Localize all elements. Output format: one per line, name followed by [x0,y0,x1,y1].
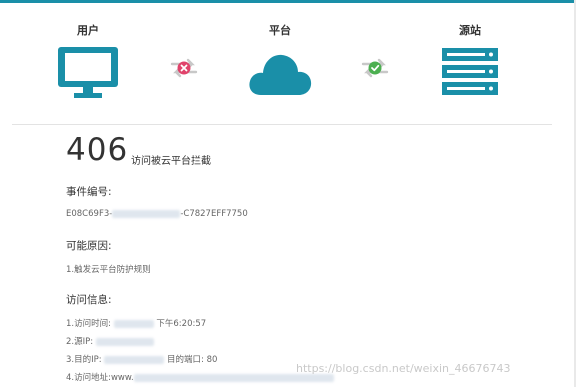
dest-ip-label: 3.目的IP: [66,355,102,365]
platform-node: 平台 [240,22,320,99]
access-time-value: 下午6:20:57 [156,319,207,329]
user-label: 用户 [77,24,99,37]
origin-label: 源站 [459,24,481,37]
dest-port-label: 目的端口: [167,355,204,365]
access-url-label: 4.访问地址: [66,373,111,383]
reason-item: 1.触发云平台防护规则 [66,265,151,275]
access-url-value: www. [110,373,134,383]
redacted-block [113,319,154,328]
origin-node: 源站 [430,22,510,97]
dest-port-value: 80 [206,355,218,365]
event-id-suffix: -C7827EFF7750 [180,209,248,219]
cloud-icon [249,54,312,95]
arrows-ok-icon [361,58,389,78]
section-divider [12,124,552,125]
monitor-icon [58,47,118,98]
event-id-value: E08C69F3- -C7827EFF7750 [66,209,248,219]
watermark-text: https://blog.csdn.net/weixin_46676743 [296,362,511,375]
access-info-title: 访问信息: [66,294,112,306]
event-id-prefix: E08C69F3- [66,209,113,219]
error-description: 访问被云平台拦截 [131,156,211,167]
user-node: 用户 [48,22,128,101]
server-icon [442,48,498,95]
arrows-blocked-icon [170,58,198,78]
access-time-label: 1.访问时间: [66,319,111,329]
event-id-title: 事件编号: [66,186,112,198]
source-ip-label: 2.源IP: [66,337,94,347]
source-ip-row: 2.源IP: [66,335,154,347]
platform-label: 平台 [269,24,291,37]
error-code: 406 [66,132,129,168]
dest-ip-row: 3.目的IP: 目的端口: 80 [66,353,217,365]
access-time-row: 1.访问时间: 下午6:20:57 [66,317,206,329]
redacted-block [104,355,165,364]
access-url-row: 4.访问地址:www. [66,371,334,383]
top-accent-bar [0,0,576,3]
reason-title: 可能原因: [66,240,112,252]
redacted-block [95,337,154,346]
redacted-block [112,209,181,218]
